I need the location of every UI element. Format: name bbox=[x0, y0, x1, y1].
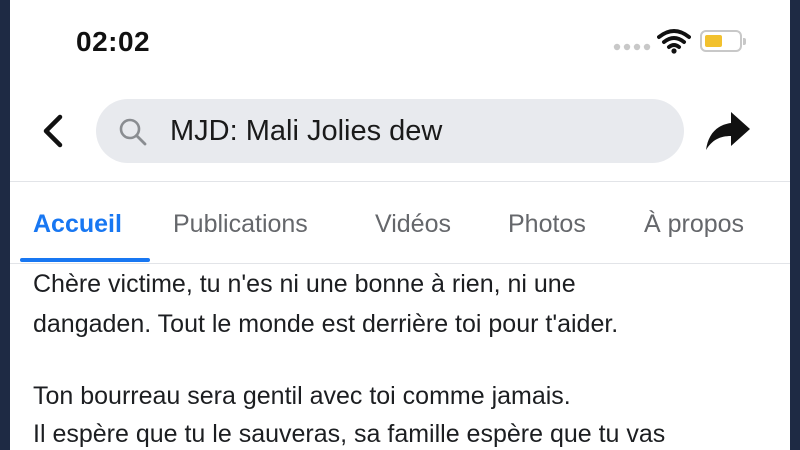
search-bar[interactable]: MJD: Mali Jolies dew bbox=[96, 99, 684, 163]
chevron-left-icon[interactable] bbox=[36, 113, 70, 149]
status-time: 02:02 bbox=[76, 26, 151, 57]
share-arrow-icon[interactable] bbox=[704, 109, 752, 153]
status-bar: 02:02 bbox=[10, 0, 790, 88]
page-header: MJD: Mali Jolies dew bbox=[10, 95, 790, 167]
tab-videos[interactable]: Vidéos bbox=[375, 210, 451, 239]
battery-icon bbox=[700, 30, 746, 52]
post-body: Chère victime, tu n'es ni une bonne à ri… bbox=[10, 264, 790, 450]
tab-bar: Accueil Publications Vidéos Photos À pro… bbox=[10, 182, 790, 264]
tab-photos[interactable]: Photos bbox=[508, 210, 586, 239]
wifi-icon bbox=[657, 29, 691, 54]
cellular-signal-icon bbox=[613, 43, 651, 51]
active-tab-indicator bbox=[20, 258, 150, 262]
battery-level bbox=[705, 35, 722, 47]
phone-screen: 02:02 MJD: Mali Jolies dew Accueil Publi… bbox=[10, 0, 790, 450]
post-line: Ton bourreau sera gentil avec toi comme … bbox=[33, 382, 571, 410]
post-line: Chère victime, tu n'es ni une bonne à ri… bbox=[33, 270, 576, 298]
tab-a-propos[interactable]: À propos bbox=[644, 210, 744, 239]
search-input[interactable]: MJD: Mali Jolies dew bbox=[170, 115, 442, 148]
post-line: Il espère que tu le sauveras, sa famille… bbox=[33, 420, 666, 448]
tab-accueil[interactable]: Accueil bbox=[33, 210, 122, 239]
post-line: dangaden. Tout le monde est derrière toi… bbox=[33, 310, 619, 338]
battery-tip bbox=[743, 38, 746, 45]
tab-publications[interactable]: Publications bbox=[173, 210, 308, 239]
search-icon bbox=[119, 118, 147, 146]
